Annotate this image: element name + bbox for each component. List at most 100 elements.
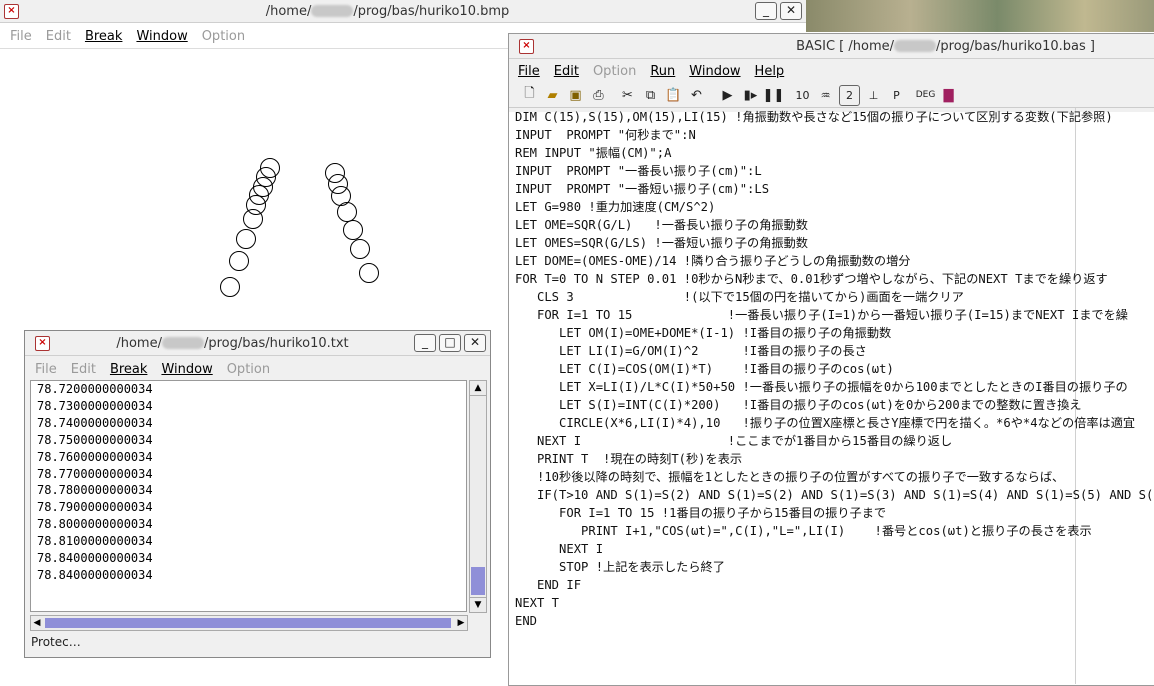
code-line[interactable]: FOR T=0 TO N STEP 0.01 !0秒からN秒まで、0.01秒ずつ… xyxy=(515,270,1154,288)
list-item: 78.7500000000034 xyxy=(37,432,153,447)
code-line[interactable]: INPUT PROMPT "一番短い振り子(cm)":LS xyxy=(515,180,1154,198)
basic-menu-help[interactable]: Help xyxy=(755,64,785,79)
basic-toolbar: 🗋 ▰ ▣ ⎙ ✂ ⧉ 📋 ↶ ▶ ▮▸ ❚❚ 10 ♒ 2 ⊥ P DEG ▇ xyxy=(520,84,962,106)
scroll-up-icon[interactable]: ▲ xyxy=(470,381,486,396)
bmp-close-button[interactable]: ✕ xyxy=(780,2,802,20)
pendulum-circle xyxy=(325,163,345,183)
txt-window-titlebar[interactable]: × /home/ /prog/bas/huriko10.txt _ □ ✕ xyxy=(25,331,490,356)
txt-output-list[interactable]: 78.7200000000034 78.7300000000034 78.740… xyxy=(30,380,467,612)
code-line[interactable]: NEXT T xyxy=(515,594,1154,612)
list-item: 78.7800000000034 xyxy=(37,483,153,498)
step-icon[interactable]: ▮▸ xyxy=(741,86,760,105)
new-file-icon[interactable]: 🗋 xyxy=(520,86,539,105)
code-line[interactable]: LET S(I)=INT(C(I)*200) !I番目の振り子のcos(ωt)を… xyxy=(515,396,1154,414)
list-item: 78.7600000000034 xyxy=(37,449,153,464)
trace-icon[interactable]: 10 xyxy=(793,86,812,105)
code-line[interactable]: LET G=980 !重力加速度(CM/S^2) xyxy=(515,198,1154,216)
code-line[interactable]: CLS 3 !(以下で15個の円を描いてから)画面を一端クリア xyxy=(515,288,1154,306)
save-icon[interactable]: ▣ xyxy=(566,86,585,105)
txt-title-suffix: /prog/bas/huriko10.txt xyxy=(203,335,349,351)
list-item: 78.7300000000034 xyxy=(37,398,153,413)
code-line[interactable]: INPUT PROMPT "一番長い振り子(cm)":L xyxy=(515,162,1154,180)
scroll-thumb[interactable] xyxy=(471,567,485,595)
pendulum-circle xyxy=(249,185,269,205)
code-line[interactable]: NEXT I !ここまでが1番目から15番目の繰り返し xyxy=(515,432,1154,450)
print-icon[interactable]: ⎙ xyxy=(589,86,608,105)
cut-icon[interactable]: ✂ xyxy=(618,86,637,105)
code-line[interactable]: PRINT T !現在の時刻T(秒)を表示 xyxy=(515,450,1154,468)
pendulum-canvas xyxy=(220,158,379,297)
code-line[interactable]: LET C(I)=COS(OM(I)*T) !I番目の振り子のcos(ωt) xyxy=(515,360,1154,378)
code-line[interactable]: LET OM(I)=OME+DOME*(I-1) !I番目の振り子の角振動数 xyxy=(515,324,1154,342)
debug-icon[interactable]: 2 xyxy=(839,84,860,106)
txt-minimize-button[interactable]: _ xyxy=(414,334,436,352)
bmp-minimize-button[interactable]: _ xyxy=(755,2,777,20)
code-line[interactable]: LET OME=SQR(G/L) !一番長い振り子の角振動数 xyxy=(515,216,1154,234)
code-line[interactable]: END xyxy=(515,612,1154,630)
pendulum-circle xyxy=(236,229,256,249)
scroll-left-icon[interactable]: ◀ xyxy=(31,616,43,630)
label-icon[interactable]: ⊥ xyxy=(864,86,883,105)
basic-menu-run[interactable]: Run xyxy=(650,64,675,79)
txt-horizontal-scrollbar[interactable]: ◀ ▶ xyxy=(30,615,468,631)
txt-menu-file[interactable]: File xyxy=(35,362,57,377)
basic-window-titlebar[interactable]: × BASIC [ /home/ /prog/bas/huriko10.bas ] xyxy=(509,34,1154,59)
scroll-down-icon[interactable]: ▼ xyxy=(470,597,486,612)
book-icon[interactable]: ▇ xyxy=(939,86,958,105)
txt-status-bar: Protec… xyxy=(31,635,81,649)
code-line[interactable]: CIRCLE(X*6,LI(I)*4),10 !振り子の位置X座標と長さY座標で… xyxy=(515,414,1154,432)
basic-menu-window[interactable]: Window xyxy=(689,64,740,79)
list-item: 78.7900000000034 xyxy=(37,500,153,515)
pendulum-circle xyxy=(253,177,273,197)
code-line[interactable]: REM INPUT "振幅(CM)";A xyxy=(515,144,1154,162)
hscroll-thumb[interactable] xyxy=(45,618,451,628)
open-folder-icon[interactable]: ▰ xyxy=(543,86,562,105)
basic-close-icon[interactable]: × xyxy=(519,38,534,54)
code-line[interactable]: LET X=LI(I)/L*C(I)*50+50 !一番長い振り子の振幅を0から… xyxy=(515,378,1154,396)
list-item: 78.8000000000034 xyxy=(37,517,153,532)
list-item: 78.8400000000034 xyxy=(37,551,153,566)
txt-menubar: File Edit Break Window Option xyxy=(35,359,284,379)
code-editor[interactable]: DIM C(15),S(15),OM(15),LI(15) !角振動数や長さなど… xyxy=(515,108,1154,684)
break-icon[interactable]: ♒ xyxy=(816,86,835,105)
txt-vertical-scrollbar[interactable]: ▲ ▼ xyxy=(469,380,487,613)
txt-close-button[interactable]: ✕ xyxy=(464,334,486,352)
code-line[interactable]: !10秒後以降の時刻で、振幅を1としたときの振り子の位置がすべての振り子で一致す… xyxy=(515,468,1154,486)
watch-icon[interactable]: P xyxy=(887,86,906,105)
code-line[interactable]: STOP !上記を表示したら終了 xyxy=(515,558,1154,576)
pendulum-circle xyxy=(350,239,370,259)
txt-menu-edit[interactable]: Edit xyxy=(71,362,96,377)
code-line[interactable]: FOR I=1 TO 15 !1番目の振り子から15番目の振り子まで xyxy=(515,504,1154,522)
copy-icon[interactable]: ⧉ xyxy=(641,86,660,105)
undo-icon[interactable]: ↶ xyxy=(687,86,706,105)
code-line[interactable]: DIM C(15),S(15),OM(15),LI(15) !角振動数や長さなど… xyxy=(515,108,1154,126)
basic-menu-edit[interactable]: Edit xyxy=(554,64,579,79)
scroll-right-icon[interactable]: ▶ xyxy=(455,616,467,630)
desktop-wallpaper xyxy=(806,0,1154,32)
code-line[interactable]: LET DOME=(OMES-OME)/14 !隣り合う振り子どうしの角振動数の… xyxy=(515,252,1154,270)
code-line[interactable]: END IF xyxy=(515,576,1154,594)
txt-menu-option[interactable]: Option xyxy=(227,362,270,377)
paste-icon[interactable]: 📋 xyxy=(664,86,683,105)
txt-menu-break[interactable]: Break xyxy=(110,362,147,377)
basic-menu-file[interactable]: File xyxy=(518,64,540,79)
list-item: 78.7400000000034 xyxy=(37,415,153,430)
code-line[interactable]: INPUT PROMPT "何秒まで":N xyxy=(515,126,1154,144)
username-blur xyxy=(161,337,204,349)
code-line[interactable]: LET LI(I)=G/OM(I)^2 !I番目の振り子の長さ xyxy=(515,342,1154,360)
pause-icon[interactable]: ❚❚ xyxy=(763,86,785,105)
code-line[interactable]: NEXT I xyxy=(515,540,1154,558)
list-item: 78.7200000000034 xyxy=(37,382,153,396)
code-line[interactable]: FOR I=1 TO 15 !一番長い振り子(I=1)から一番短い振り子(I=1… xyxy=(515,306,1154,324)
run-icon[interactable]: ▶ xyxy=(718,86,737,105)
code-line[interactable]: PRINT I+1,"COS(ωt)=",C(I),"L=",LI(I) !番号… xyxy=(515,522,1154,540)
pendulum-circle xyxy=(337,202,357,222)
code-line[interactable]: LET OMES=SQR(G/LS) !一番短い振り子の角振動数 xyxy=(515,234,1154,252)
txt-title-prefix: /home/ xyxy=(116,335,162,351)
txt-menu-window[interactable]: Window xyxy=(161,362,212,377)
deg-icon[interactable]: DEG xyxy=(916,86,936,105)
basic-menu-option[interactable]: Option xyxy=(593,64,636,79)
txt-maximize-button[interactable]: □ xyxy=(439,334,461,352)
txt-close-icon[interactable]: × xyxy=(35,335,50,351)
code-line[interactable]: IF(T>10 AND S(1)=S(2) AND S(1)=S(2) AND … xyxy=(515,486,1154,504)
